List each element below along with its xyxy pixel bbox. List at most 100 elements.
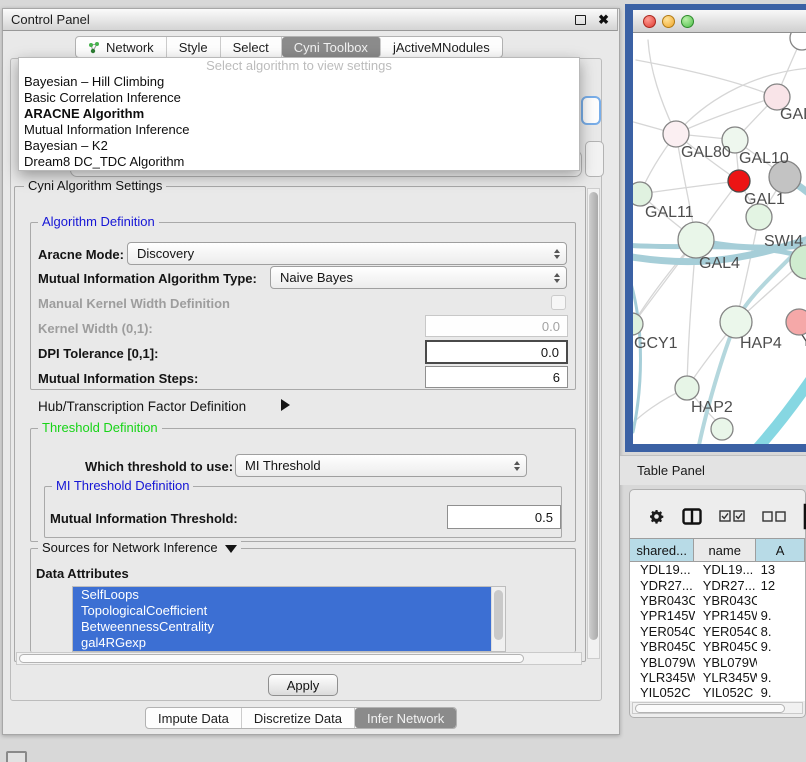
table-cell: 13 bbox=[757, 562, 805, 577]
network-node-hap4[interactable] bbox=[720, 306, 752, 338]
algorithm-option-dream8-dc-tdc-algorithm[interactable]: Dream8 DC_TDC Algorithm bbox=[19, 154, 579, 170]
apply-button[interactable]: Apply bbox=[268, 674, 338, 696]
node-label-gal11: GAL11 bbox=[645, 204, 694, 221]
mi-algorithm-type-combo[interactable]: Naive Bayes bbox=[270, 266, 567, 289]
algorithm-option-mutual-information-inference[interactable]: Mutual Information Inference bbox=[19, 122, 579, 138]
network-edge[interactable] bbox=[636, 60, 776, 97]
attributes-list-scrollbar[interactable] bbox=[491, 587, 505, 651]
column-settings-icon[interactable] bbox=[682, 508, 702, 525]
network-node-gal4[interactable] bbox=[678, 222, 714, 258]
network-node[interactable] bbox=[790, 245, 806, 279]
network-edge[interactable] bbox=[648, 40, 676, 134]
node-label-hap2: HAP2 bbox=[691, 399, 733, 416]
dpi-tolerance-field[interactable]: 0.0 bbox=[425, 340, 568, 364]
table-column-header-a[interactable]: A bbox=[756, 538, 805, 562]
network-node-y[interactable] bbox=[786, 309, 806, 335]
tab-style[interactable]: Style bbox=[167, 37, 221, 57]
manual-kernel-checkbox[interactable] bbox=[551, 295, 566, 310]
sources-collapse-arrow-icon[interactable] bbox=[225, 545, 237, 553]
clear-checkboxes-icon[interactable] bbox=[762, 511, 786, 522]
which-threshold-value: MI Threshold bbox=[245, 458, 514, 473]
bottom-tab-discretize-data[interactable]: Discretize Data bbox=[242, 708, 355, 728]
network-node-hap2[interactable] bbox=[675, 376, 699, 400]
aracne-mode-combo[interactable]: Discovery bbox=[127, 242, 567, 265]
table-horizontal-scrollbar[interactable] bbox=[632, 702, 803, 714]
mi-threshold-field[interactable]: 0.5 bbox=[447, 505, 561, 529]
table-row[interactable]: YPR145WYPR145W9. bbox=[630, 608, 805, 623]
attribute-item-betweennesscentrality[interactable]: BetweennessCentrality bbox=[73, 619, 505, 635]
network-node-gcy1[interactable] bbox=[633, 313, 643, 335]
manual-kernel-label: Manual Kernel Width Definition bbox=[38, 296, 230, 311]
tab-jactivemnodules[interactable]: jActiveMNodules bbox=[381, 37, 502, 57]
close-panel-icon[interactable]: ✖ bbox=[598, 15, 609, 25]
node-label-gal80: GAL80 bbox=[681, 144, 731, 161]
algorithm-option-bayesian-k2[interactable]: Bayesian – K2 bbox=[19, 138, 579, 154]
table-column-header-name[interactable]: name bbox=[694, 538, 756, 562]
table-cell: 9. bbox=[757, 685, 805, 700]
table-horizontal-scrollbar-thumb[interactable] bbox=[635, 704, 785, 713]
network-window-titlebar[interactable] bbox=[633, 10, 806, 33]
kernel-width-field[interactable]: 0.0 bbox=[425, 315, 568, 337]
gear-icon[interactable] bbox=[648, 508, 665, 525]
table-cell: YIL052C bbox=[630, 685, 695, 700]
minimize-window-icon[interactable] bbox=[662, 15, 675, 28]
algorithm-option-aracne-algorithm[interactable]: ARACNE Algorithm bbox=[19, 106, 579, 122]
algorithm-option-bayesian-hill-climbing[interactable]: Bayesian – Hill Climbing bbox=[19, 74, 579, 90]
tab-label: Infer Network bbox=[367, 711, 444, 726]
tab-cyni-toolbox[interactable]: Cyni Toolbox bbox=[282, 37, 381, 57]
panel-corner-toggle[interactable] bbox=[6, 751, 27, 762]
table-row[interactable]: YER054CYER054C8. bbox=[630, 624, 805, 639]
attribute-item-topologicalcoefficient[interactable]: TopologicalCoefficient bbox=[73, 603, 505, 619]
network-edge[interactable] bbox=[676, 97, 776, 134]
table-row[interactable]: YLR345WYLR345W9. bbox=[630, 670, 805, 685]
settings-horizontal-scrollbar-thumb[interactable] bbox=[19, 654, 524, 663]
bottom-tab-impute-data[interactable]: Impute Data bbox=[146, 708, 242, 728]
which-threshold-combo[interactable]: MI Threshold bbox=[235, 454, 527, 477]
table-row[interactable]: YDL19...YDL19...13 bbox=[630, 562, 805, 577]
settings-vertical-scrollbar[interactable] bbox=[587, 188, 600, 659]
sources-legend-text: Sources for Network Inference bbox=[42, 540, 218, 555]
data-attributes-list[interactable]: SelfLoopsTopologicalCoefficientBetweenne… bbox=[72, 586, 506, 652]
zoom-window-icon[interactable] bbox=[681, 15, 694, 28]
network-node-gal1[interactable] bbox=[728, 170, 750, 192]
attributes-scrollbar-thumb[interactable] bbox=[494, 590, 503, 640]
algorithm-option-basic-correlation-inference[interactable]: Basic Correlation Inference bbox=[19, 90, 579, 106]
table-row[interactable]: YIL052CYIL052C9. bbox=[630, 685, 805, 700]
hidden-combo-fragment bbox=[581, 96, 601, 125]
table-row[interactable]: YBL079WYBL079W bbox=[630, 654, 805, 669]
network-canvas[interactable]: GALGAL80GAL10GAL1SWI4GAL11GAL4GCY1HAP4YH… bbox=[633, 33, 806, 444]
settings-horizontal-scrollbar[interactable] bbox=[16, 652, 582, 665]
table-row[interactable]: YBR043CYBR043C bbox=[630, 593, 805, 608]
network-edge[interactable] bbox=[640, 181, 739, 194]
table-row[interactable]: YDR27...YDR27...12 bbox=[630, 577, 805, 592]
network-edge[interactable] bbox=[756, 378, 806, 444]
network-node[interactable] bbox=[711, 418, 733, 440]
network-edge[interactable] bbox=[633, 280, 641, 432]
dpi-tolerance-label: DPI Tolerance [0,1]: bbox=[38, 346, 158, 361]
network-node-gal11[interactable] bbox=[633, 182, 652, 206]
select-all-checkboxes-icon[interactable] bbox=[719, 510, 745, 522]
float-window-icon[interactable] bbox=[575, 15, 586, 25]
attribute-item-selfloops[interactable]: SelfLoops bbox=[73, 587, 505, 603]
node-label-hap4: HAP4 bbox=[740, 335, 782, 352]
tab-select[interactable]: Select bbox=[221, 37, 282, 57]
mi-threshold-legend: MI Threshold Definition bbox=[52, 479, 193, 493]
apply-button-label: Apply bbox=[287, 678, 320, 693]
cyni-bottom-tabs: Impute Data Discretize Data Infer Network bbox=[145, 707, 457, 729]
network-node[interactable] bbox=[790, 33, 806, 50]
table-row[interactable]: YBR045CYBR045C9. bbox=[630, 639, 805, 654]
settings-vertical-scrollbar-thumb[interactable] bbox=[589, 192, 598, 640]
hub-expand-arrow-icon[interactable] bbox=[281, 399, 290, 411]
tab-network[interactable]: Network bbox=[76, 37, 167, 57]
table-column-header-shared[interactable]: shared... bbox=[630, 538, 694, 562]
mi-steps-value: 6 bbox=[553, 370, 560, 385]
tab-label: Discretize Data bbox=[254, 711, 342, 726]
attribute-item-gal4rgexp[interactable]: gal4RGexp bbox=[73, 635, 505, 651]
bottom-tab-infer-network[interactable]: Infer Network bbox=[355, 708, 456, 728]
table-toolbar bbox=[633, 498, 806, 534]
control-panel-titlebar[interactable]: Control Panel ✖ bbox=[2, 8, 618, 31]
close-window-icon[interactable] bbox=[643, 15, 656, 28]
table-cell: 9. bbox=[757, 670, 805, 685]
table-panel-titlebar[interactable]: Table Panel bbox=[620, 455, 806, 485]
mi-steps-field[interactable]: 6 bbox=[425, 366, 568, 388]
